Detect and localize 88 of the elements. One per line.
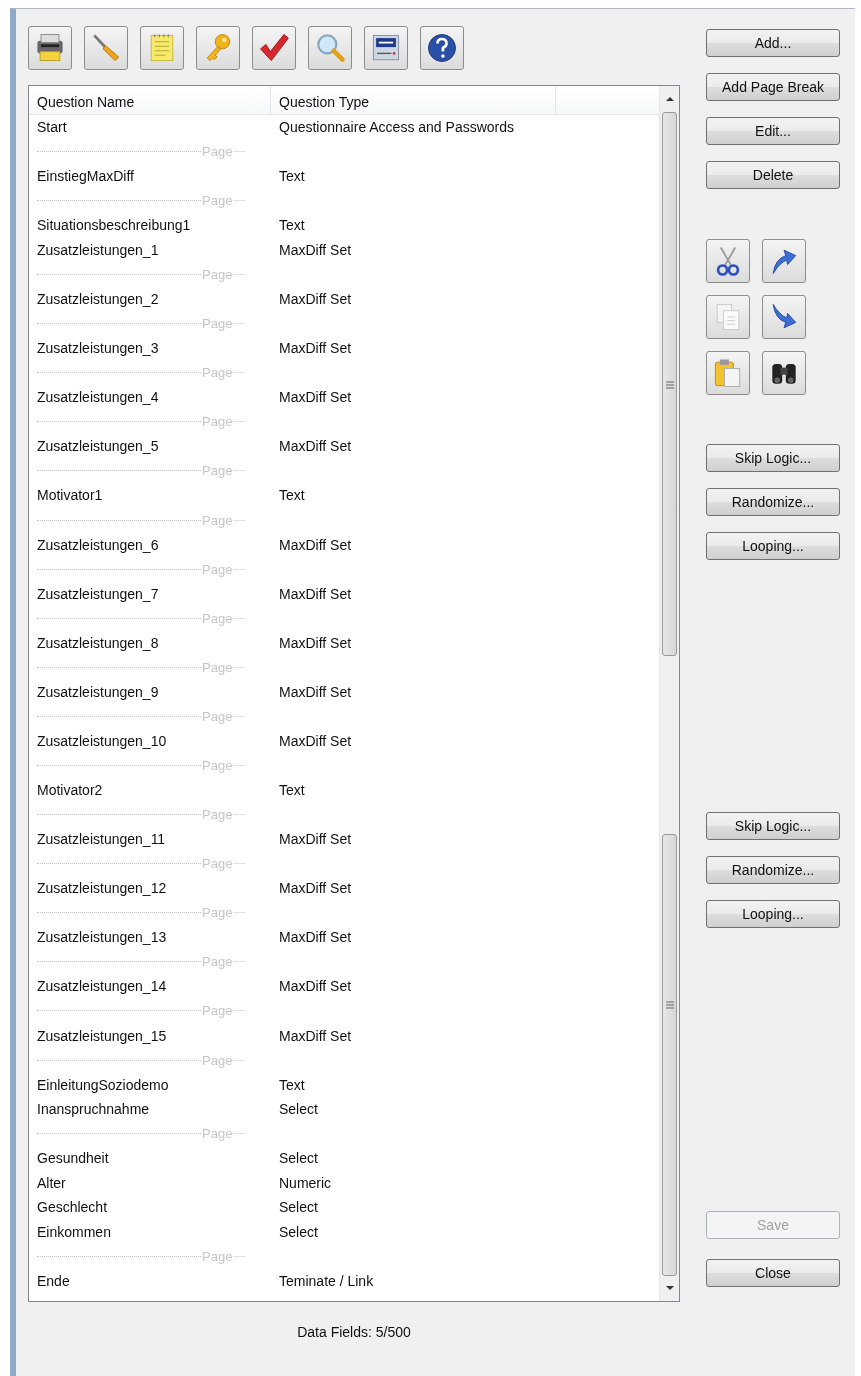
question-type: Text xyxy=(278,217,306,234)
question-type: MaxDiff Set xyxy=(278,438,353,455)
delete-button[interactable]: Delete xyxy=(706,161,840,189)
question-type: Questionnaire Access and Passwords xyxy=(278,119,515,136)
question-name[interactable]: Alter xyxy=(29,1174,271,1191)
edit-button[interactable]: Edit... xyxy=(706,117,840,145)
data-fields-count: Data Fields: 5/500 xyxy=(297,1324,411,1340)
notepad-button[interactable] xyxy=(140,26,184,70)
test-screen-button[interactable] xyxy=(364,26,408,70)
question-name[interactable]: Zusatzleistungen_5 xyxy=(29,438,271,455)
question-type: MaxDiff Set xyxy=(278,880,353,897)
question-name[interactable]: Zusatzleistungen_8 xyxy=(29,634,271,651)
question-name[interactable]: Zusatzleistungen_15 xyxy=(29,1027,271,1044)
close-button[interactable]: Close xyxy=(706,1259,840,1287)
question-name[interactable]: Einkommen xyxy=(29,1223,271,1240)
column-header[interactable]: Question Name xyxy=(29,86,271,114)
scroll-thumb[interactable] xyxy=(662,112,677,656)
question-name[interactable]: Motivator1 xyxy=(29,487,271,504)
screwdriver-button[interactable] xyxy=(84,26,128,70)
question-name[interactable]: Zusatzleistungen_1 xyxy=(29,242,271,258)
question-name[interactable]: Inanspruchnahme xyxy=(29,1101,271,1118)
move-up-button[interactable] xyxy=(762,239,806,283)
question-type: Text xyxy=(278,1076,306,1093)
question-name[interactable]: EinleitungSoziodemo xyxy=(29,1076,271,1093)
question-type: MaxDiff Set xyxy=(278,634,353,651)
column-header[interactable]: Question Type xyxy=(271,86,556,114)
question-name[interactable]: Zusatzleistungen_13 xyxy=(29,929,271,946)
question-type: MaxDiff Set xyxy=(278,978,353,995)
question-name[interactable]: Zusatzleistungen_7 xyxy=(29,585,271,602)
question-name[interactable]: Zusatzleistungen_10 xyxy=(29,732,271,749)
question-type: Select xyxy=(278,1223,319,1240)
question-type: MaxDiff Set xyxy=(278,389,353,406)
question-name[interactable]: Zusatzleistungen_6 xyxy=(29,536,271,553)
question-name[interactable]: Zusatzleistungen_14 xyxy=(29,978,271,995)
looping-button[interactable]: Looping... xyxy=(706,900,840,928)
question-type: MaxDiff Set xyxy=(278,929,353,946)
question-name[interactable]: Zusatzleistungen_12 xyxy=(29,880,271,897)
question-type: MaxDiff Set xyxy=(278,585,353,602)
question-type: MaxDiff Set xyxy=(278,536,353,553)
question-type: Select xyxy=(278,1150,319,1167)
question-name[interactable]: Geschlecht xyxy=(29,1199,271,1216)
grip-icon xyxy=(666,1001,674,1009)
help-button[interactable] xyxy=(420,26,464,70)
question-type: Select xyxy=(278,1199,319,1216)
grip-icon xyxy=(666,381,674,389)
question-list[interactable] xyxy=(28,85,680,1302)
skip-logic-button[interactable]: Skip Logic... xyxy=(706,812,840,840)
question-name[interactable]: Ende xyxy=(29,1272,271,1289)
question-type: Select xyxy=(278,1101,319,1118)
add-button[interactable]: Add... xyxy=(706,29,840,57)
skip-logic-button[interactable]: Skip Logic... xyxy=(706,444,840,472)
question-type: Teminate / Link xyxy=(278,1272,375,1289)
randomize-button[interactable]: Randomize... xyxy=(706,856,840,884)
cut-button[interactable] xyxy=(706,239,750,283)
question-name[interactable]: Situationsbeschreibung1 xyxy=(29,217,271,234)
scrollbar[interactable] xyxy=(659,86,679,1301)
binoculars-button[interactable] xyxy=(762,351,806,395)
question-name[interactable]: Gesundheit xyxy=(29,1150,271,1167)
question-type: MaxDiff Set xyxy=(278,1027,353,1044)
question-name[interactable]: Zusatzleistungen_9 xyxy=(29,683,271,700)
question-type: MaxDiff Set xyxy=(278,242,353,258)
question-type: MaxDiff Set xyxy=(278,683,353,700)
question-type: MaxDiff Set xyxy=(278,340,353,357)
move-down-button[interactable] xyxy=(762,295,806,339)
question-name[interactable]: Zusatzleistungen_3 xyxy=(29,340,271,357)
question-name[interactable]: Zusatzleistungen_11 xyxy=(29,831,271,848)
question-name[interactable]: Zusatzleistungen_4 xyxy=(29,389,271,406)
paste-button[interactable] xyxy=(706,351,750,395)
question-name[interactable]: EinstiegMaxDiff xyxy=(29,168,271,185)
question-type: Text xyxy=(278,168,306,185)
looping-button[interactable]: Looping... xyxy=(706,532,840,560)
question-type: Numeric xyxy=(278,1174,333,1191)
printer-button[interactable] xyxy=(28,26,72,70)
question-type: Text xyxy=(278,782,306,799)
copy-button[interactable] xyxy=(706,295,750,339)
randomize-button[interactable]: Randomize... xyxy=(706,488,840,516)
question-name[interactable]: Start xyxy=(29,119,271,136)
question-type: MaxDiff Set xyxy=(278,732,353,749)
key-button[interactable] xyxy=(196,26,240,70)
question-type: MaxDiff Set xyxy=(278,831,353,848)
search-button[interactable] xyxy=(308,26,352,70)
question-name[interactable]: Zusatzleistungen_2 xyxy=(29,291,271,308)
question-name[interactable]: Motivator2 xyxy=(29,782,271,799)
checkmark-button[interactable] xyxy=(252,26,296,70)
add-page-break-button[interactable]: Add Page Break xyxy=(706,73,840,101)
question-type: MaxDiff Set xyxy=(278,291,353,308)
scroll-thumb[interactable] xyxy=(662,834,677,1276)
question-type: Text xyxy=(278,487,306,504)
